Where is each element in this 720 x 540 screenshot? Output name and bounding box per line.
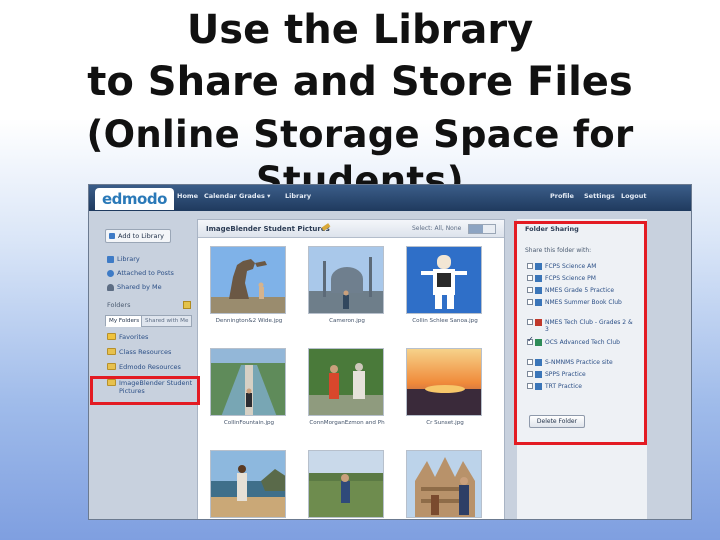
sidebar-link-library[interactable]: Library	[107, 255, 140, 263]
image-thumbnail[interactable]	[308, 246, 384, 314]
select-all-none[interactable]: Select: All, None	[412, 225, 461, 232]
library-sidebar: Add to Library Library Attached to Posts…	[97, 219, 197, 519]
add-library-icon	[109, 233, 115, 239]
view-toggle[interactable]	[468, 224, 496, 234]
image-thumbnail[interactable]	[210, 450, 286, 518]
top-navigation-bar: edmodo Home Calendar Grades ▾ Library Pr…	[89, 185, 691, 211]
image-thumbnail[interactable]	[406, 348, 482, 416]
user-icon	[107, 284, 114, 291]
new-folder-icon[interactable]	[183, 301, 191, 309]
speech-bubble-icon	[107, 270, 114, 277]
image-thumbnail[interactable]	[210, 348, 286, 416]
edmodo-logo[interactable]: edmodo	[95, 188, 174, 210]
folder-icon	[107, 363, 116, 370]
folder-highlight-box	[90, 376, 200, 405]
image-caption: CollinFountain.jpg	[223, 420, 275, 426]
sidebar-link-label: Shared by Me	[117, 283, 162, 291]
image-thumbnail[interactable]	[308, 348, 384, 416]
folder-edmodo-resources[interactable]: Edmodo Resources	[107, 363, 181, 371]
slide-title-line-2: to Share and Store Files	[87, 59, 633, 105]
sharing-highlight-box	[514, 221, 647, 445]
image-caption: Dennington&2 Wide.jpg	[215, 318, 283, 324]
star-folder-icon	[107, 333, 116, 340]
folder-header: ImageBlender Student Pictures Select: Al…	[198, 220, 504, 238]
tab-my-folders[interactable]: My Folders	[105, 315, 144, 327]
folder-favorites[interactable]: Favorites	[107, 333, 148, 341]
folder-title: ImageBlender Student Pictures	[206, 225, 330, 233]
nav-library[interactable]: Library	[285, 192, 311, 200]
image-thumbnail[interactable]	[406, 450, 482, 518]
nav-logout[interactable]: Logout	[621, 192, 646, 200]
sidebar-link-shared-by-me[interactable]: Shared by Me	[107, 283, 162, 291]
folder-label: Favorites	[119, 333, 149, 341]
image-caption: ConnMorganEzmon and Ph	[309, 420, 385, 426]
image-caption: Collin Schlee Sanoa.jpg	[412, 318, 478, 324]
image-thumbnail[interactable]	[210, 246, 286, 314]
image-thumbnail[interactable]	[308, 450, 384, 518]
sidebar-link-label: Attached to Posts	[117, 269, 174, 277]
tab-shared-with-me[interactable]: Shared with Me	[141, 315, 193, 327]
sidebar-link-attached-to-posts[interactable]: Attached to Posts	[107, 269, 174, 277]
image-caption: Cameron.jpg	[329, 318, 365, 324]
nav-grades[interactable]: Grades ▾	[239, 192, 270, 200]
add-to-library-label: Add to Library	[118, 232, 164, 240]
folder-label: Edmodo Resources	[119, 363, 181, 371]
slide-title-line-1: Use the Library	[186, 7, 534, 53]
nav-home[interactable]: Home	[177, 192, 198, 200]
folder-class-resources[interactable]: Class Resources	[107, 348, 171, 356]
nav-calendar[interactable]: Calendar	[204, 192, 237, 200]
nav-settings[interactable]: Settings	[584, 192, 615, 200]
sidebar-link-label: Library	[117, 255, 140, 263]
nav-profile[interactable]: Profile	[550, 192, 574, 200]
folder-icon	[107, 348, 116, 355]
add-to-library-button[interactable]: Add to Library	[105, 229, 171, 243]
library-icon	[107, 256, 114, 263]
image-thumbnail[interactable]	[406, 246, 482, 314]
folder-tabs: My Folders Shared with Me	[105, 315, 197, 327]
image-caption: Cr Sunset.jpg	[426, 420, 464, 426]
folder-label: Class Resources	[119, 348, 172, 356]
folders-heading: Folders	[107, 301, 131, 309]
folder-content-panel: ImageBlender Student Pictures Select: Al…	[197, 219, 505, 519]
